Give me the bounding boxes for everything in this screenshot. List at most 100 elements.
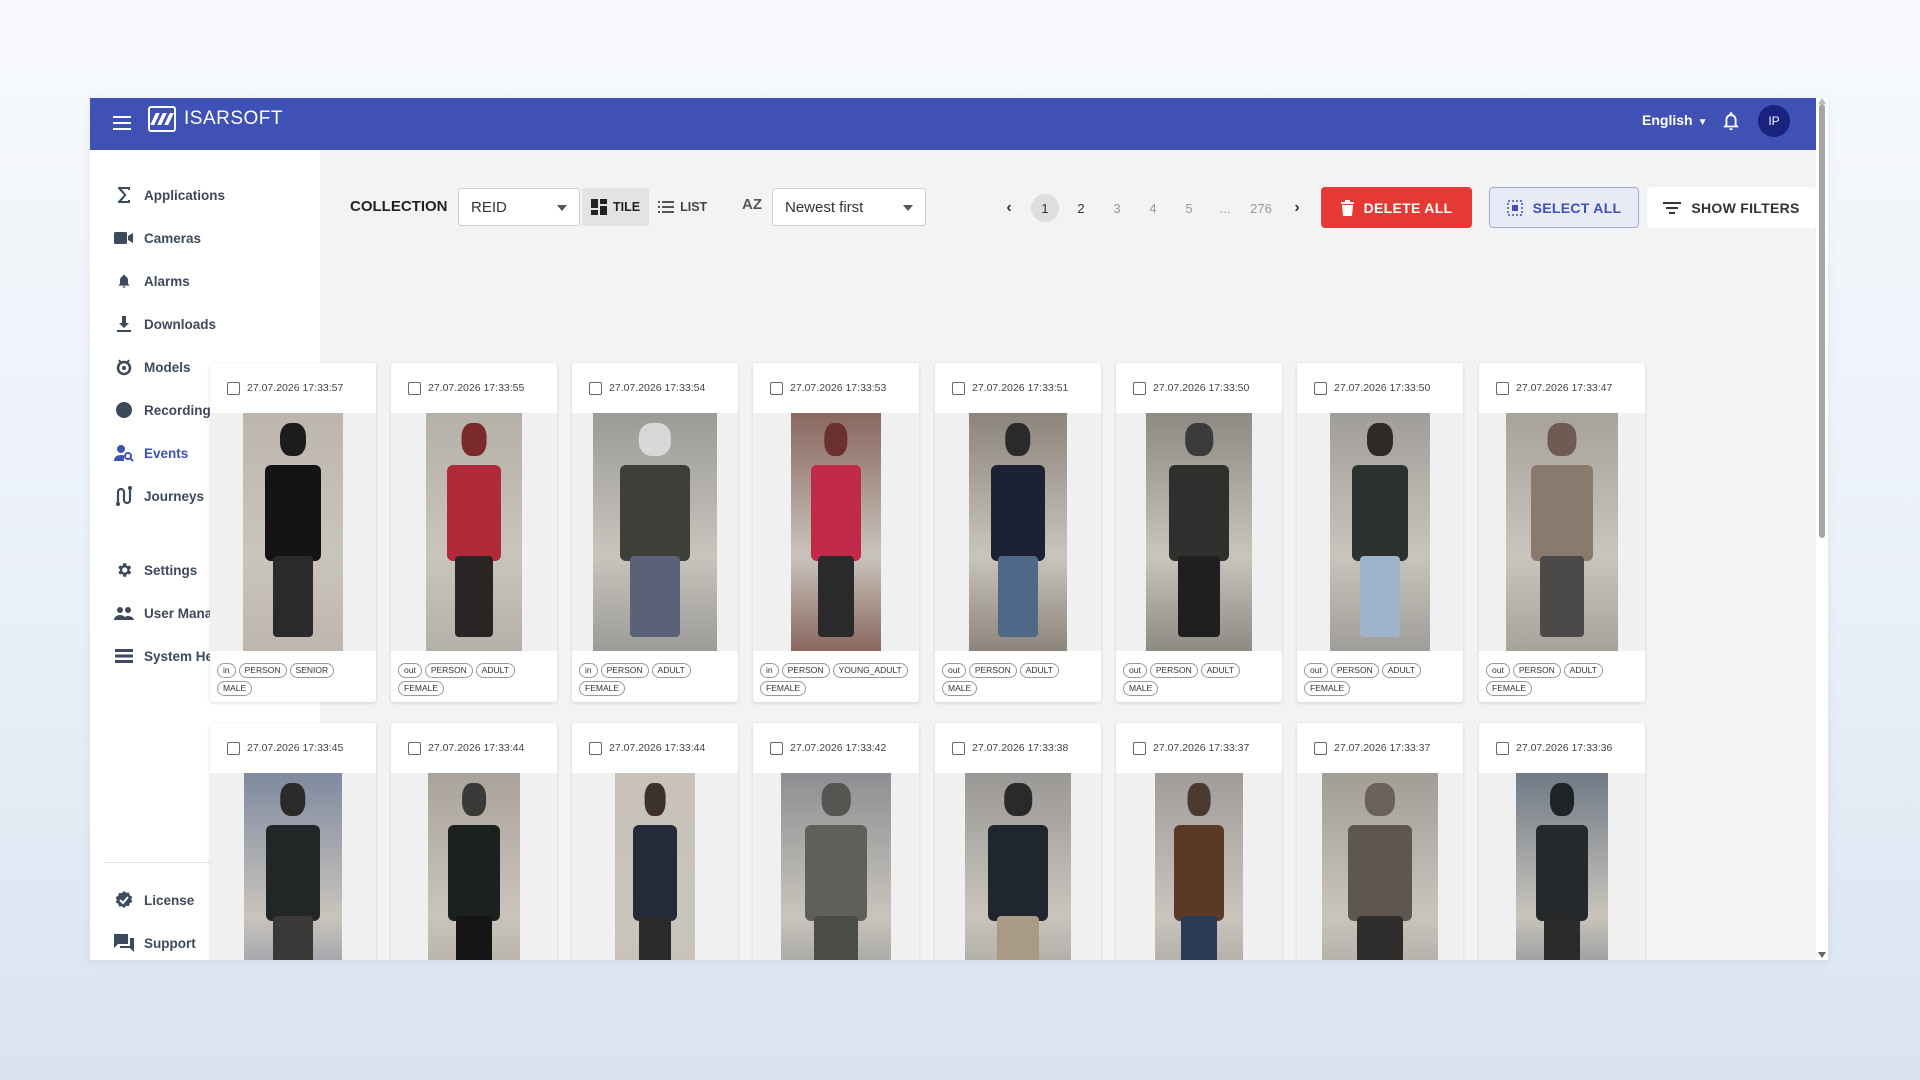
- sidebar-item-cameras[interactable]: Cameras: [114, 224, 201, 252]
- event-card[interactable]: 27.07.2026 17:33:45outPERSONADULTMALE: [210, 723, 376, 960]
- page-button[interactable]: 1: [1031, 194, 1059, 222]
- event-card[interactable]: 27.07.2026 17:33:54 in PERSON ADULT FEMALE: [572, 363, 738, 702]
- event-card[interactable]: 27.07.2026 17:33:55 out PERSON ADULT FEMALE: [391, 363, 557, 702]
- event-card-header: 27.07.2026 17:33:44: [572, 723, 738, 773]
- event-tags: out PERSON ADULT MALE: [935, 651, 1101, 702]
- event-checkbox[interactable]: [1314, 381, 1327, 395]
- person-crop-image[interactable]: [965, 773, 1071, 960]
- event-checkbox[interactable]: [952, 381, 965, 395]
- event-card[interactable]: 27.07.2026 17:33:53 in PERSON YOUNG_ADULT FE…: [753, 363, 919, 702]
- event-tag: in: [217, 663, 236, 678]
- page-button[interactable]: 3: [1103, 194, 1131, 222]
- page-button[interactable]: 2: [1067, 194, 1095, 222]
- person-crop-image[interactable]: [1506, 413, 1618, 651]
- brand-name: ISARSOFT: [184, 108, 284, 129]
- person-crop-image[interactable]: [593, 413, 717, 651]
- event-card[interactable]: 27.07.2026 17:33:44inPERSONADULTFEMALE: [572, 723, 738, 960]
- event-card[interactable]: 27.07.2026 17:33:57 in PERSON SENIOR MALE: [210, 363, 376, 702]
- person-crop-image[interactable]: [615, 773, 695, 960]
- event-tags: out PERSON ADULT FEMALE: [1297, 651, 1463, 702]
- sidebar-item-license[interactable]: License: [114, 886, 194, 914]
- language-selector[interactable]: English ▼: [1642, 112, 1707, 128]
- page-button[interactable]: 5: [1175, 194, 1203, 222]
- show-filters-button[interactable]: SHOW FILTERS: [1647, 187, 1816, 228]
- tile-view-button[interactable]: TILE: [582, 188, 650, 226]
- event-card[interactable]: 27.07.2026 17:33:47 out PERSON ADULT FEMALE: [1479, 363, 1645, 702]
- event-card[interactable]: 27.07.2026 17:33:51 out PERSON ADULT MALE: [935, 363, 1101, 702]
- sidebar-item-journeys[interactable]: Journeys: [114, 482, 204, 510]
- person-crop-image[interactable]: [969, 413, 1067, 651]
- sidebar-item-recordings[interactable]: Recordings: [114, 396, 218, 424]
- event-card[interactable]: 27.07.2026 17:33:38inPERSONADULTMALE: [935, 723, 1101, 960]
- event-checkbox[interactable]: [952, 741, 965, 755]
- event-checkbox[interactable]: [227, 741, 240, 755]
- event-tag: PERSON: [1149, 663, 1198, 678]
- sidebar-item-support[interactable]: Support: [114, 929, 196, 957]
- person-crop-image[interactable]: [1146, 413, 1252, 651]
- person-crop-image[interactable]: [428, 773, 520, 960]
- sort-select[interactable]: Newest first: [772, 188, 926, 226]
- trash-icon: [1340, 199, 1354, 216]
- event-tag: YOUNG_ADULT: [832, 663, 908, 678]
- person-legs-shape: [1181, 915, 1217, 960]
- sidebar-item-events[interactable]: Events: [114, 439, 188, 467]
- person-crop-image[interactable]: [1322, 773, 1438, 960]
- event-card[interactable]: 27.07.2026 17:33:42inPERSONCHILDFEMALE: [753, 723, 919, 960]
- sidebar-item-models[interactable]: Models: [114, 353, 191, 381]
- person-crop-image[interactable]: [244, 773, 342, 960]
- event-card[interactable]: 27.07.2026 17:33:50 out PERSON ADULT FEMALE: [1297, 363, 1463, 702]
- scrollbar-thumb[interactable]: [1819, 104, 1825, 538]
- person-crop-image[interactable]: [791, 413, 881, 651]
- person-crop-image[interactable]: [1330, 413, 1430, 651]
- event-checkbox[interactable]: [589, 741, 602, 755]
- person-crop-image[interactable]: [1516, 773, 1608, 960]
- person-crop-image[interactable]: [243, 413, 343, 651]
- isarsoft-logo-icon: [148, 106, 176, 132]
- sidebar-item-applications[interactable]: Applications: [114, 181, 225, 209]
- event-checkbox[interactable]: [227, 381, 240, 395]
- event-timestamp: 27.07.2026 17:33:37: [1334, 742, 1431, 754]
- list-label: LIST: [680, 200, 708, 214]
- event-tags: out PERSON ADULT FEMALE: [1479, 651, 1645, 702]
- event-checkbox[interactable]: [1496, 741, 1509, 755]
- page-button[interactable]: 4: [1139, 194, 1167, 222]
- delete-all-button[interactable]: DELETE ALL: [1321, 187, 1472, 228]
- event-checkbox[interactable]: [1133, 741, 1146, 755]
- scroll-down-icon[interactable]: [1818, 952, 1826, 958]
- event-checkbox[interactable]: [408, 741, 421, 755]
- hamburger-menu-icon[interactable]: [110, 112, 134, 136]
- event-card[interactable]: 27.07.2026 17:33:37inPERSONADULTMALE: [1116, 723, 1282, 960]
- notifications-bell-icon[interactable]: [1720, 110, 1742, 132]
- event-checkbox[interactable]: [1496, 381, 1509, 395]
- event-checkbox[interactable]: [1314, 741, 1327, 755]
- event-card[interactable]: 27.07.2026 17:33:44inPERSONSENIORMALE: [391, 723, 557, 960]
- sidebar-item-downloads[interactable]: Downloads: [114, 310, 216, 338]
- user-avatar[interactable]: IP: [1758, 105, 1790, 137]
- event-card[interactable]: 27.07.2026 17:33:36inPERSONADULTFEMALE: [1479, 723, 1645, 960]
- event-checkbox[interactable]: [589, 381, 602, 395]
- person-torso-shape: [620, 465, 690, 561]
- event-card[interactable]: 27.07.2026 17:33:37outPERSONADULTMALE: [1297, 723, 1463, 960]
- page-button[interactable]: 276: [1247, 194, 1275, 222]
- event-checkbox[interactable]: [1133, 381, 1146, 395]
- page-scrollbar[interactable]: [1818, 98, 1826, 958]
- event-checkbox[interactable]: [770, 741, 783, 755]
- event-checkbox[interactable]: [770, 381, 783, 395]
- next-page-icon[interactable]: ›: [1283, 194, 1311, 222]
- event-checkbox[interactable]: [408, 381, 421, 395]
- person-crop-image[interactable]: [1155, 773, 1243, 960]
- event-card-header: 27.07.2026 17:33:57: [210, 363, 376, 413]
- prev-page-icon[interactable]: ‹: [995, 194, 1023, 222]
- event-timestamp: 27.07.2026 17:33:50: [1334, 382, 1431, 394]
- sidebar-item-settings[interactable]: Settings: [114, 556, 197, 584]
- person-crop-image[interactable]: [781, 773, 891, 960]
- person-crop-image[interactable]: [426, 413, 522, 651]
- event-card[interactable]: 27.07.2026 17:33:50 out PERSON ADULT MALE: [1116, 363, 1282, 702]
- collection-select[interactable]: REID: [458, 188, 580, 226]
- sidebar-item-alarms[interactable]: Alarms: [114, 267, 190, 295]
- sort-alphabetical-icon[interactable]: AZ: [742, 196, 762, 213]
- brand-logo[interactable]: ISARSOFT: [148, 104, 283, 134]
- select-all-button[interactable]: SELECT ALL: [1489, 187, 1639, 228]
- event-image-area: [1297, 413, 1463, 651]
- list-view-button[interactable]: LIST: [649, 188, 716, 226]
